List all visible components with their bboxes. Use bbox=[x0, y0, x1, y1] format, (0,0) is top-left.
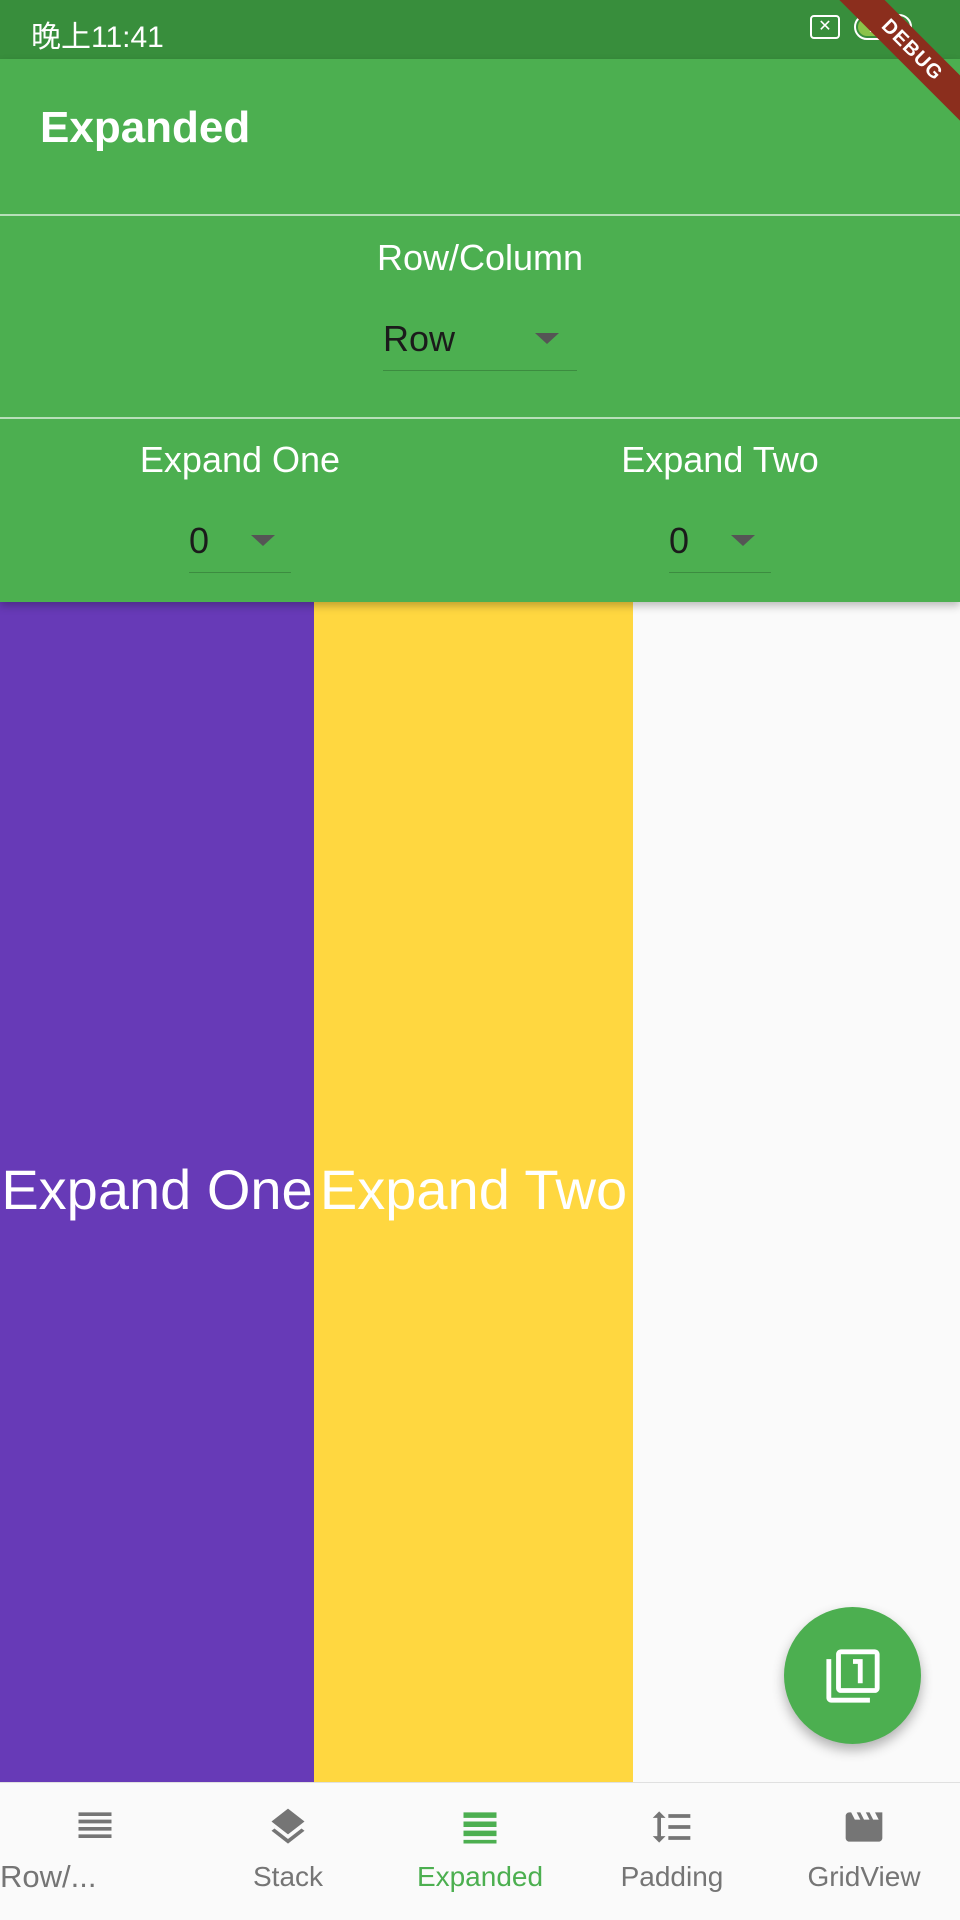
nav-label: Row/... bbox=[0, 1859, 97, 1894]
expand-two-label: Expand Two bbox=[621, 439, 819, 480]
expand-one-dropdown[interactable]: 0 bbox=[189, 509, 291, 573]
no-sim-icon: ✕ bbox=[810, 15, 840, 39]
expand-two-panel: Expand Two bbox=[314, 602, 633, 1782]
expand-one-label: Expand One bbox=[139, 439, 341, 480]
line-spacing-icon bbox=[650, 1805, 694, 1849]
nav-item-gridview[interactable]: GridView bbox=[768, 1783, 960, 1920]
page-title: Expanded bbox=[40, 103, 251, 152]
status-time: 晚上11:41 bbox=[31, 21, 164, 54]
nav-label: Expanded bbox=[416, 1861, 544, 1892]
expand-two-dropdown-value: 0 bbox=[669, 519, 690, 561]
expand-one-dropdown-value: 0 bbox=[189, 519, 210, 561]
app-bar: Expanded Row/Column Row Expand One 0 Exp… bbox=[0, 59, 960, 602]
orientation-dropdown[interactable]: Row bbox=[383, 307, 577, 371]
divider bbox=[0, 214, 960, 216]
movie-icon bbox=[842, 1805, 886, 1849]
filter-1-icon bbox=[825, 1648, 880, 1703]
divider bbox=[0, 417, 960, 419]
dropdown-arrow-icon bbox=[251, 535, 275, 546]
list-icon bbox=[73, 1805, 117, 1849]
expand-two-dropdown[interactable]: 0 bbox=[669, 509, 771, 573]
expanded-row: Expand One Expand Two bbox=[0, 602, 960, 1782]
layers-icon bbox=[266, 1805, 310, 1849]
expand-one-panel: Expand One bbox=[0, 602, 314, 1782]
status-bar: 晚上11:41 ✕ 100 bbox=[0, 0, 960, 59]
empty-space bbox=[633, 602, 960, 1782]
expand-one-text: Expand One bbox=[1, 1158, 313, 1221]
nav-item-padding[interactable]: Padding bbox=[576, 1783, 768, 1920]
bottom-navigation: Row/... Stack Expanded Padding GridView bbox=[0, 1782, 960, 1920]
status-icons: ✕ 100 bbox=[810, 14, 912, 40]
nav-item-stack[interactable]: Stack bbox=[192, 1783, 384, 1920]
orientation-label: Row/Column bbox=[376, 237, 584, 278]
view-headline-icon bbox=[458, 1805, 502, 1849]
fab-button[interactable] bbox=[784, 1607, 921, 1744]
nav-item-expanded[interactable]: Expanded bbox=[384, 1783, 576, 1920]
dropdown-arrow-icon bbox=[731, 535, 755, 546]
expand-two-text: Expand Two bbox=[319, 1158, 628, 1221]
nav-item-row[interactable]: Row/... bbox=[0, 1783, 192, 1920]
nav-label: Stack bbox=[252, 1861, 324, 1892]
nav-label: Padding bbox=[620, 1861, 724, 1892]
dropdown-arrow-icon bbox=[535, 333, 559, 344]
nav-label: GridView bbox=[807, 1861, 921, 1892]
orientation-dropdown-value: Row bbox=[383, 317, 456, 359]
battery-level: 100 bbox=[868, 17, 898, 36]
battery-icon: 100 bbox=[854, 14, 912, 40]
